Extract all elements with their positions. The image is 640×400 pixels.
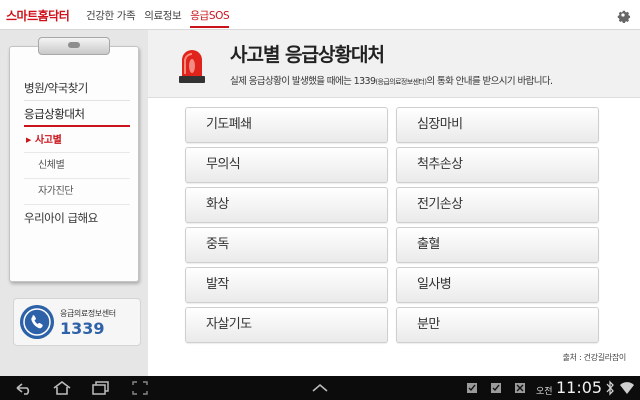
hotline-number: 1339 — [60, 319, 105, 338]
wifi-icon — [620, 382, 634, 394]
subtitle-text: 실제 응급상황이 발생했을 때에는 1339 — [230, 76, 376, 87]
accident-button-electrical-injury[interactable]: 전기손상 — [396, 187, 599, 223]
hotline-label: 응급의료정보센터 — [60, 309, 116, 318]
accident-button-unconscious[interactable]: 무의식 — [185, 147, 388, 183]
sidebar-subitem-label: 사고별 — [34, 135, 62, 146]
siren-icon — [179, 50, 205, 83]
hotline-call-button[interactable]: 응급의료정보센터 1339 — [13, 298, 141, 346]
sidebar-menu: 병원/약국찾기 응급상황대처 ▶ 사고별 신체별 자가진단 우리아이 급해요 — [24, 75, 130, 231]
page-title: 사고별 응급상황대처 — [230, 44, 385, 66]
accident-button-childbirth[interactable]: 분만 — [396, 307, 599, 343]
phone-icon — [20, 305, 54, 339]
source-credit: 출처 : 건강길라잡이 — [562, 353, 627, 362]
accident-button-heatstroke[interactable]: 일사병 — [396, 267, 599, 303]
accident-button-poisoning[interactable]: 중독 — [185, 227, 388, 263]
accident-button-airway-obstruction[interactable]: 기도폐쇄 — [185, 107, 388, 143]
accident-button-burn[interactable]: 화상 — [185, 187, 388, 223]
sidebar-item-kids-emergency[interactable]: 우리아이 급해요 — [24, 205, 130, 231]
settings-gear-icon[interactable] — [614, 6, 632, 24]
clock-time: 11:05 — [556, 378, 603, 397]
home-icon[interactable] — [52, 380, 72, 396]
up-chevron-icon[interactable] — [310, 380, 330, 396]
nav-healthy-family[interactable]: 건강한 가족 — [86, 8, 136, 28]
bluetooth-icon — [606, 380, 614, 396]
accident-button-suicide-attempt[interactable]: 자살기도 — [185, 307, 388, 343]
notification-icon — [515, 383, 525, 393]
sidebar: 병원/약국찾기 응급상황대처 ▶ 사고별 신체별 자가진단 우리아이 급해요 응급… — [0, 30, 148, 376]
back-icon[interactable] — [14, 380, 34, 396]
subtitle-text-end: 의 통화 안내를 받으시기 바랍니다. — [426, 76, 553, 87]
accident-button-bleeding[interactable]: 출혈 — [396, 227, 599, 263]
accident-button-cardiac-arrest[interactable]: 심장마비 — [396, 107, 599, 143]
sidebar-item-hospital-pharmacy[interactable]: 병원/약국찾기 — [24, 75, 130, 101]
sidebar-item-emergency-response[interactable]: 응급상황대처 — [24, 101, 130, 127]
accident-button-spinal-injury[interactable]: 척추손상 — [396, 147, 599, 183]
top-nav: 건강한 가족 의료정보 응급SOS — [86, 8, 238, 28]
system-navigation-bar: 오전 11:05 — [0, 376, 640, 400]
sidebar-subitem-self-diagnosis[interactable]: 자가진단 — [24, 179, 130, 205]
sidebar-menu-board: 병원/약국찾기 응급상황대처 ▶ 사고별 신체별 자가진단 우리아이 급해요 — [9, 37, 139, 282]
main-content: 사고별 응급상황대처 실제 응급상황이 발생했을 때에는 1339(응급의료정보… — [148, 30, 640, 376]
clock-ampm: 오전 — [536, 387, 553, 397]
accident-button-seizure[interactable]: 발작 — [185, 267, 388, 303]
app-brand[interactable]: 스마트홈닥터 — [6, 7, 70, 24]
notification-icon — [491, 383, 501, 393]
nav-emergency-sos[interactable]: 응급SOS — [190, 8, 230, 28]
top-bar: 스마트홈닥터 건강한 가족 의료정보 응급SOS — [0, 0, 640, 30]
sidebar-subitem-by-accident[interactable]: ▶ 사고별 — [24, 127, 130, 153]
screenshot-icon[interactable] — [130, 380, 150, 396]
triangle-right-icon: ▶ — [26, 136, 31, 144]
page-subtitle: 실제 응급상황이 발생했을 때에는 1339(응급의료정보센터)의 통화 안내를… — [230, 73, 553, 87]
sidebar-subitem-by-body[interactable]: 신체별 — [24, 153, 130, 179]
notification-icon — [467, 383, 477, 393]
page-header: 사고별 응급상황대처 실제 응급상황이 발생했을 때에는 1339(응급의료정보… — [148, 30, 640, 98]
recent-apps-icon[interactable] — [90, 380, 110, 396]
nav-medical-info[interactable]: 의료정보 — [144, 8, 181, 28]
clipboard-clip — [38, 37, 110, 55]
subtitle-small-text: (응급의료정보센터) — [375, 78, 427, 86]
